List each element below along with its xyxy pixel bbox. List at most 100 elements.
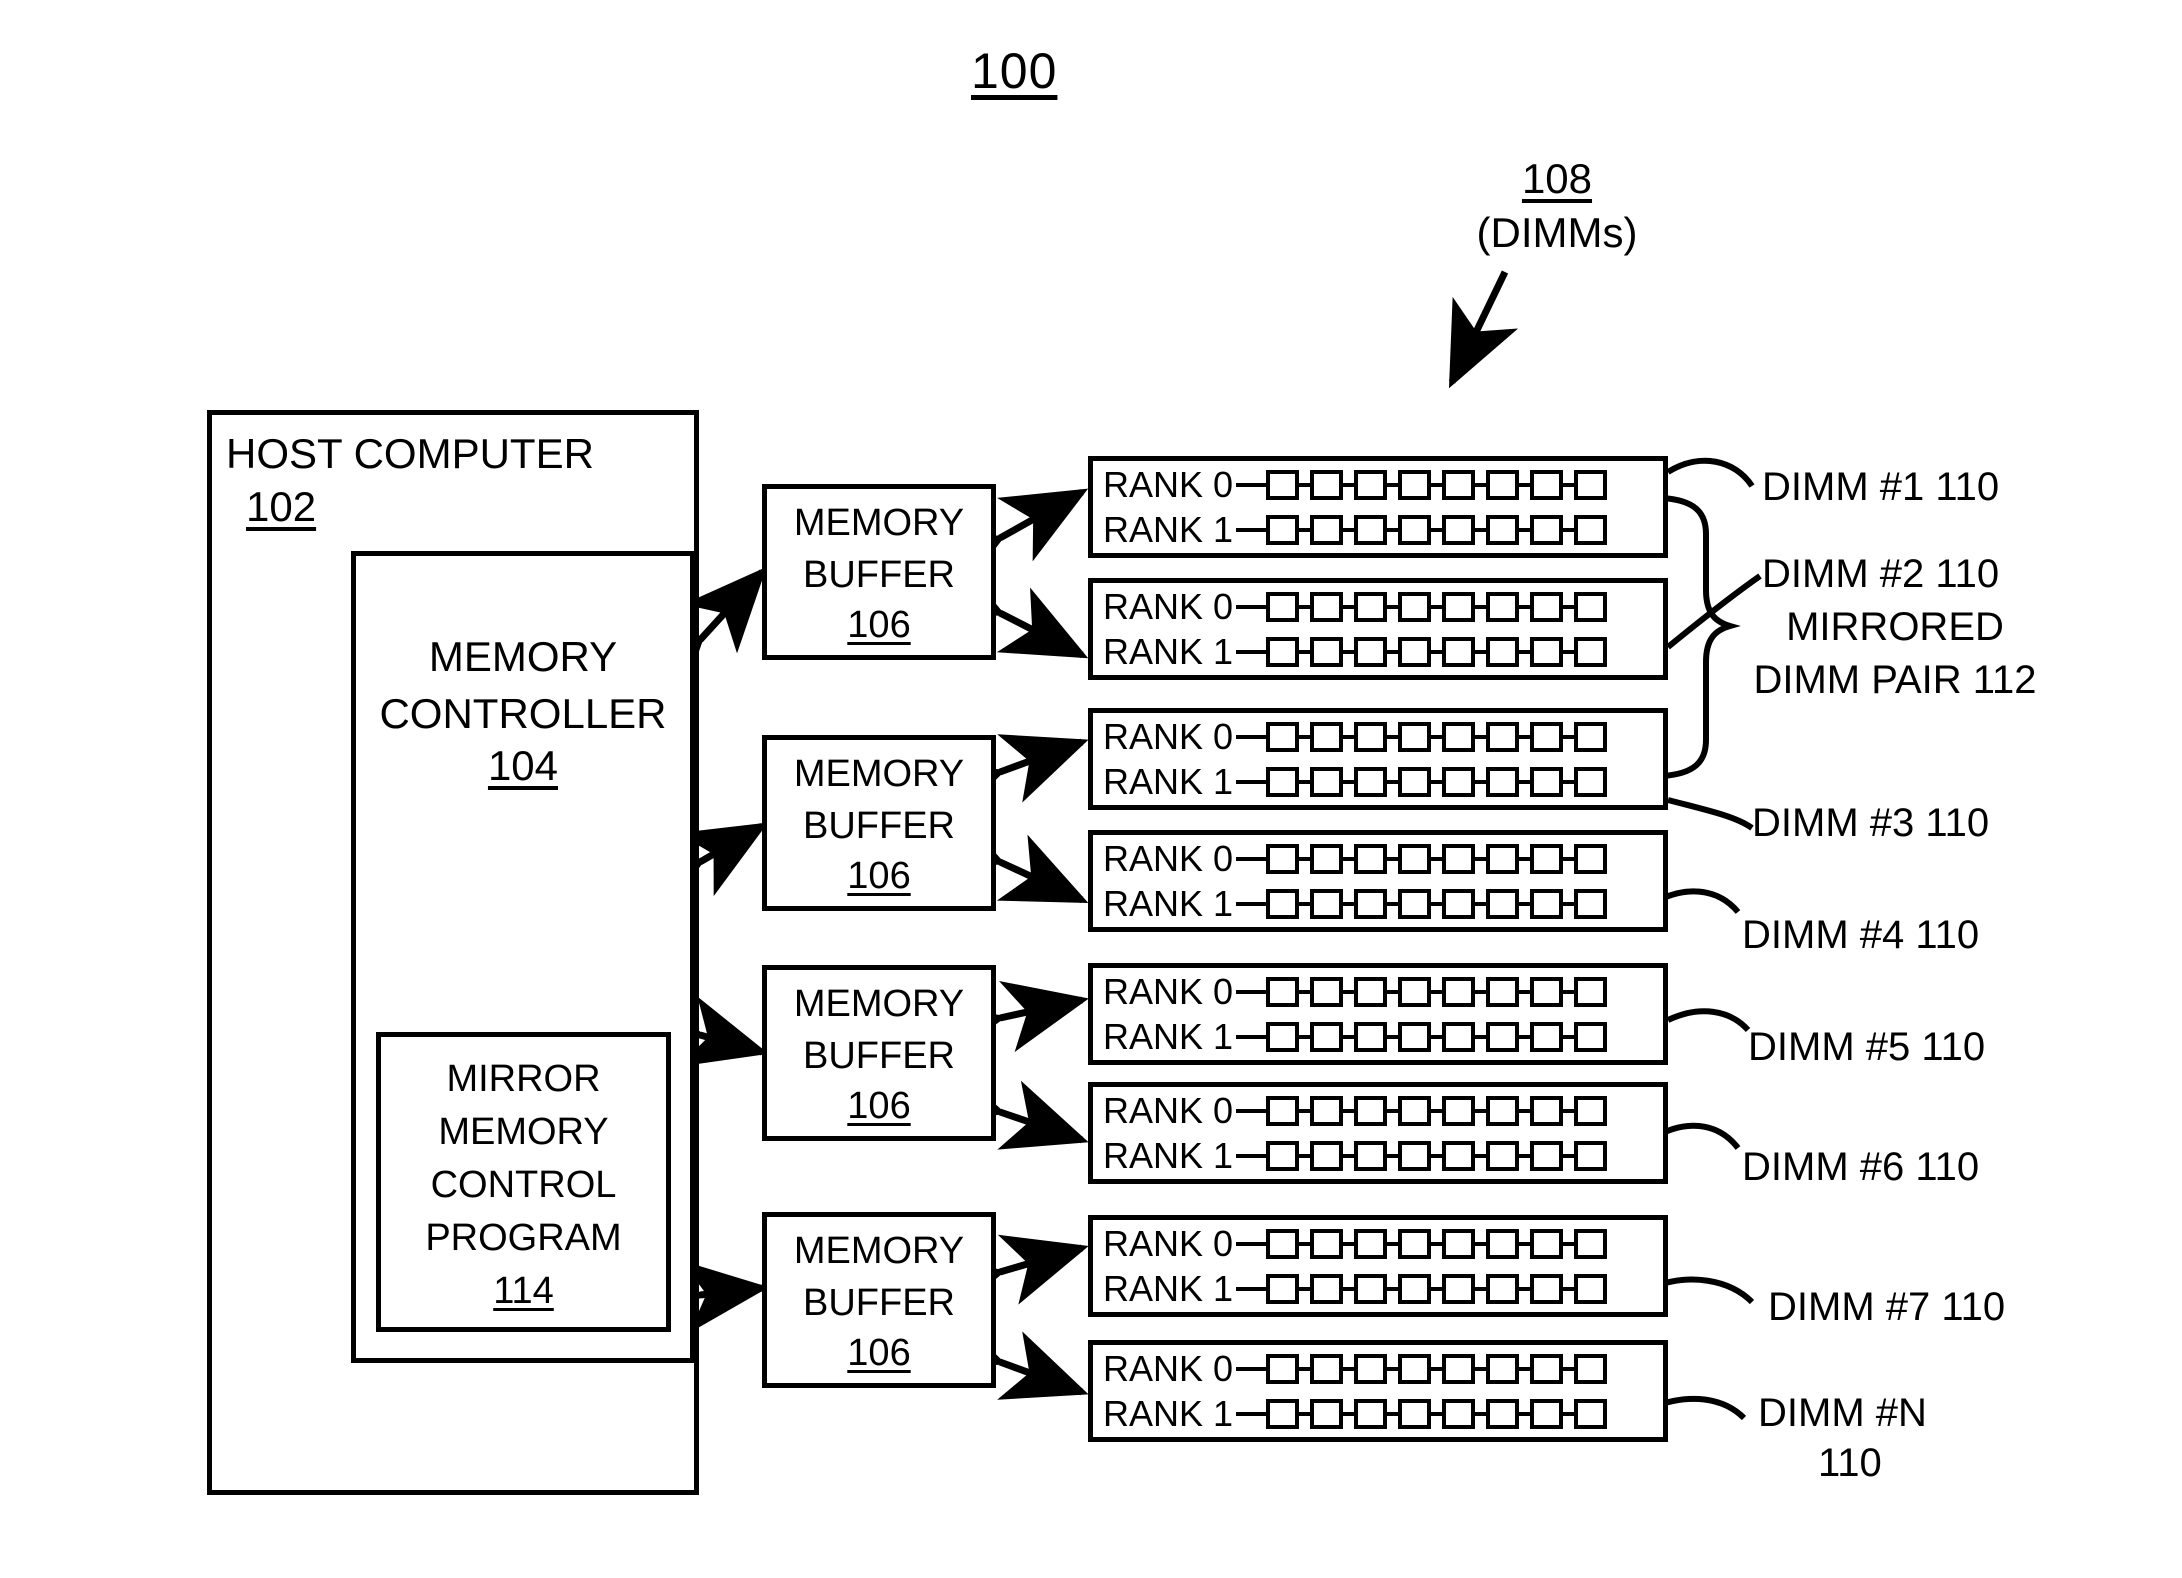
memory-chip <box>1530 1273 1564 1304</box>
dimm-3-rank1-chips <box>1266 766 1608 797</box>
memory-chip <box>1266 469 1300 500</box>
memory-buffer-4: MEMORY BUFFER 106 <box>762 1212 996 1388</box>
memory-chip <box>1354 721 1388 752</box>
chip-link <box>1431 604 1443 609</box>
memory-chip <box>1574 888 1608 919</box>
memory-chip <box>1530 766 1564 797</box>
memory-chip <box>1266 1140 1300 1171</box>
dimm-2-label: DIMM #2 110 <box>1762 552 2000 596</box>
memory-buffer-1-ref-wrap: 106 <box>767 604 991 647</box>
memory-chip <box>1398 1095 1432 1126</box>
dimm-6-rank1-chips <box>1266 1140 1608 1171</box>
memory-chip <box>1310 1398 1344 1429</box>
dimm-5: RANK 0 RANK 1 <box>1088 963 1668 1065</box>
memory-chip <box>1310 469 1344 500</box>
memory-chip <box>1354 843 1388 874</box>
chip-link <box>1343 989 1355 994</box>
dimm-1-rank0-chips <box>1266 469 1608 500</box>
rank-lead-line <box>1236 901 1267 906</box>
chip-link <box>1563 1034 1575 1039</box>
chip-link <box>1431 1034 1443 1039</box>
chip-link <box>1387 1034 1399 1039</box>
memory-chip <box>1266 591 1300 622</box>
chip-link <box>1299 1241 1311 1246</box>
memory-chip <box>1354 1021 1388 1052</box>
mirrored-pair-label-line2: DIMM PAIR 112 <box>1753 658 2037 702</box>
memory-chip <box>1310 1021 1344 1052</box>
chip-link <box>1343 482 1355 487</box>
memory-chip <box>1574 1228 1608 1259</box>
chip-link <box>1431 1108 1443 1113</box>
memory-chip <box>1398 1353 1432 1384</box>
memory-chip <box>1354 514 1388 545</box>
dimm-n-rank0-label: RANK 0 <box>1103 1347 1234 1389</box>
memory-chip <box>1398 766 1432 797</box>
dimm-4-rank1-chips <box>1266 888 1608 919</box>
dimm-5-rank0-row: RANK 0 <box>1093 969 1663 1014</box>
rank-lead-line <box>1236 1034 1267 1039</box>
memory-chip <box>1442 1228 1476 1259</box>
memory-chip <box>1310 591 1344 622</box>
memory-controller-title: MEMORY CONTROLLER <box>356 628 690 742</box>
memory-chip <box>1486 469 1520 500</box>
memory-chip <box>1266 721 1300 752</box>
chip-link <box>1299 779 1311 784</box>
memory-chip <box>1354 1353 1388 1384</box>
dimm-5-rank0-chips <box>1266 976 1608 1007</box>
memory-buffer-2-ref-wrap: 106 <box>767 855 991 898</box>
dimm-n-label-line2: 110 <box>1818 1441 1882 1485</box>
chip-link <box>1519 1366 1531 1371</box>
memory-chip <box>1310 1353 1344 1384</box>
memory-chip <box>1398 1273 1432 1304</box>
memory-buffer-4-ref-wrap: 106 <box>767 1332 991 1375</box>
memory-chip <box>1310 976 1344 1007</box>
chip-link <box>1431 989 1443 994</box>
chip-link <box>1299 604 1311 609</box>
memory-buffer-3-ref-wrap: 106 <box>767 1085 991 1128</box>
chip-link <box>1343 734 1355 739</box>
chip-link <box>1563 1108 1575 1113</box>
memory-buffer-1-title: MEMORY BUFFER <box>767 497 991 601</box>
rank-lead-line <box>1236 734 1267 739</box>
memory-chip <box>1574 843 1608 874</box>
memory-chip <box>1530 636 1564 667</box>
chip-link <box>1519 901 1531 906</box>
chip-link <box>1299 1108 1311 1113</box>
memory-chip <box>1266 1021 1300 1052</box>
chip-link <box>1519 1286 1531 1291</box>
rank-lead-line <box>1236 856 1267 861</box>
dimm-3-rank0-row: RANK 0 <box>1093 714 1663 759</box>
chip-link <box>1387 1108 1399 1113</box>
chip-link <box>1343 1286 1355 1291</box>
chip-link <box>1431 779 1443 784</box>
rank-lead-line <box>1236 649 1267 654</box>
rank-lead-line <box>1236 1366 1267 1371</box>
chip-link <box>1563 482 1575 487</box>
dimm-5-label: DIMM #5 110 <box>1748 1025 1986 1069</box>
rank-lead-line <box>1236 779 1267 784</box>
memory-chip <box>1310 1095 1344 1126</box>
chip-link <box>1387 527 1399 532</box>
memory-chip <box>1398 469 1432 500</box>
memory-chip <box>1486 514 1520 545</box>
rank-lead-line <box>1236 1241 1267 1246</box>
chip-link <box>1299 901 1311 906</box>
dimm-3-rank0-chips <box>1266 721 1608 752</box>
memory-chip <box>1310 1273 1344 1304</box>
dimm-6-rank1-row: RANK 1 <box>1093 1133 1663 1178</box>
memory-chip <box>1574 1353 1608 1384</box>
chip-link <box>1519 649 1531 654</box>
chip-link <box>1343 1411 1355 1416</box>
memory-buffer-1-title-line2: BUFFER <box>803 554 955 596</box>
memory-chip <box>1398 1398 1432 1429</box>
memory-chip <box>1398 888 1432 919</box>
memory-controller-ref: 104 <box>487 742 559 789</box>
host-computer-ref: 102 <box>246 483 317 530</box>
chip-link <box>1475 1366 1487 1371</box>
memory-chip <box>1354 469 1388 500</box>
dimm-n-rank0-chips <box>1266 1353 1608 1384</box>
chip-link <box>1475 649 1487 654</box>
dimm-5-rank1-label: RANK 1 <box>1103 1015 1234 1057</box>
dimm-2-rank0-row: RANK 0 <box>1093 584 1663 629</box>
mc-to-buffer-arrows <box>615 566 769 1340</box>
